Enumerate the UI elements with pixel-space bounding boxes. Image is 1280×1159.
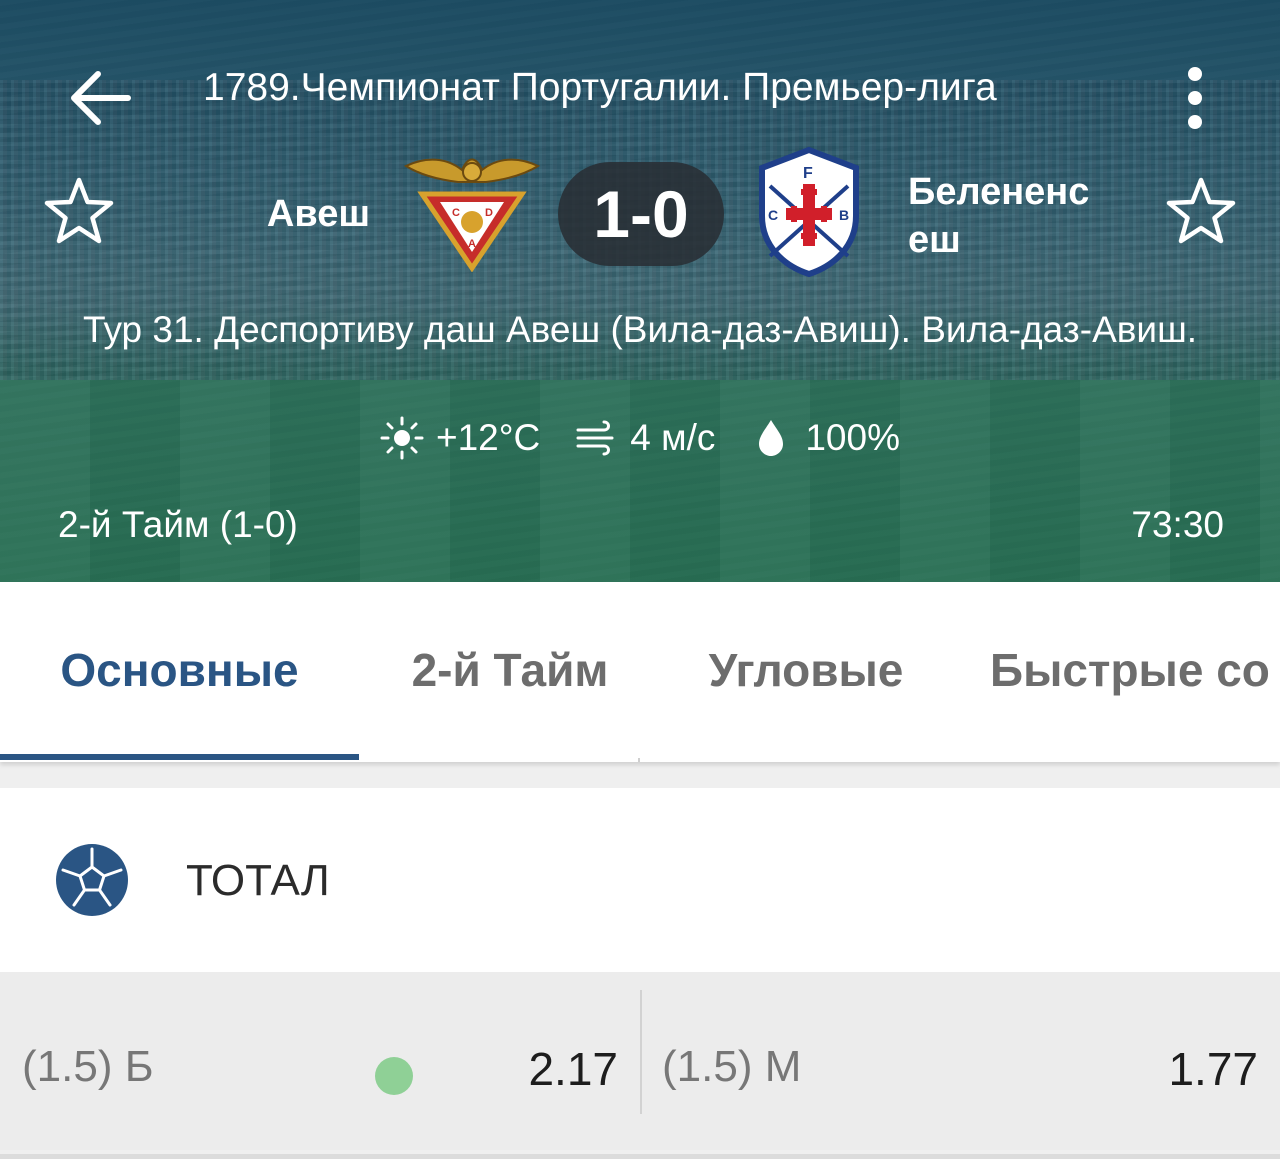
match-period: 2-й Тайм (1-0): [58, 504, 298, 545]
favorite-star-home-icon[interactable]: [44, 176, 114, 246]
soccer-ball-icon: [56, 844, 128, 916]
active-tab-indicator: [0, 754, 359, 760]
tabs-divider: [638, 758, 640, 762]
sun-icon: [380, 416, 424, 460]
market-tabs: Основные 2-й Тайм Угловые Быстрые со: [0, 582, 1280, 762]
humidity-drop-icon: [759, 420, 784, 456]
home-logo-letter-a: A: [468, 238, 476, 250]
tab-second-half[interactable]: 2-й Тайм: [372, 582, 648, 758]
away-team-name: Белененс еш: [908, 171, 1090, 261]
wind-speed: 4 м/с: [630, 417, 716, 458]
odds-trend-up-indicator: [375, 1057, 413, 1095]
odds-under-button[interactable]: (1.5) М 1.77: [642, 972, 1280, 1150]
away-team-logo: F C B: [759, 146, 859, 278]
temperature: +12°C: [436, 417, 541, 458]
wind-icon: [576, 420, 614, 456]
odds-under-value: 1.77: [1168, 1043, 1258, 1095]
odds-under-label: (1.5) М: [662, 1042, 802, 1091]
odds-over-label: (1.5) Б: [22, 1042, 154, 1091]
weather-info: +12°C 4 м/с 100%: [0, 416, 1280, 460]
odds-over-value: 2.17: [528, 1043, 618, 1095]
back-arrow-icon[interactable]: [68, 68, 132, 128]
odds-over-button[interactable]: (1.5) Б 2.17: [0, 972, 640, 1150]
humidity: 100%: [805, 417, 900, 458]
market-title: ТОТАЛ: [186, 856, 330, 905]
away-logo-letter-b: B: [839, 207, 849, 223]
away-logo-letter-c: C: [768, 207, 778, 223]
odds-row: (1.5) Б 2.17 (1.5) М 1.77: [0, 972, 1280, 1150]
home-team-name: Авеш: [266, 193, 370, 235]
pitch-background: [0, 380, 1280, 582]
tab-main[interactable]: Основные: [0, 582, 359, 758]
row-bottom-border: [0, 1154, 1280, 1159]
home-team-logo: C D A: [403, 158, 541, 272]
tab-corners[interactable]: Угловые: [680, 582, 932, 758]
league-title: 1789.Чемпионат Португалии. Премьер-лига: [203, 66, 997, 109]
favorite-star-away-icon[interactable]: [1166, 176, 1236, 246]
tab-quick-bets[interactable]: Быстрые со: [990, 582, 1270, 758]
match-clock: 73:30: [1131, 504, 1224, 545]
home-logo-letter-c: C: [452, 207, 460, 219]
match-venue: Тур 31. Деспортиву даш Авеш (Вила-даз-Ав…: [82, 309, 1198, 350]
more-vertical-icon[interactable]: [1178, 66, 1212, 130]
away-logo-letter-f: F: [803, 165, 813, 182]
match-score: 1-0: [558, 162, 724, 266]
home-logo-letter-d: D: [485, 207, 493, 219]
match-header: 1789.Чемпионат Португалии. Премьер-лига …: [0, 0, 1280, 582]
